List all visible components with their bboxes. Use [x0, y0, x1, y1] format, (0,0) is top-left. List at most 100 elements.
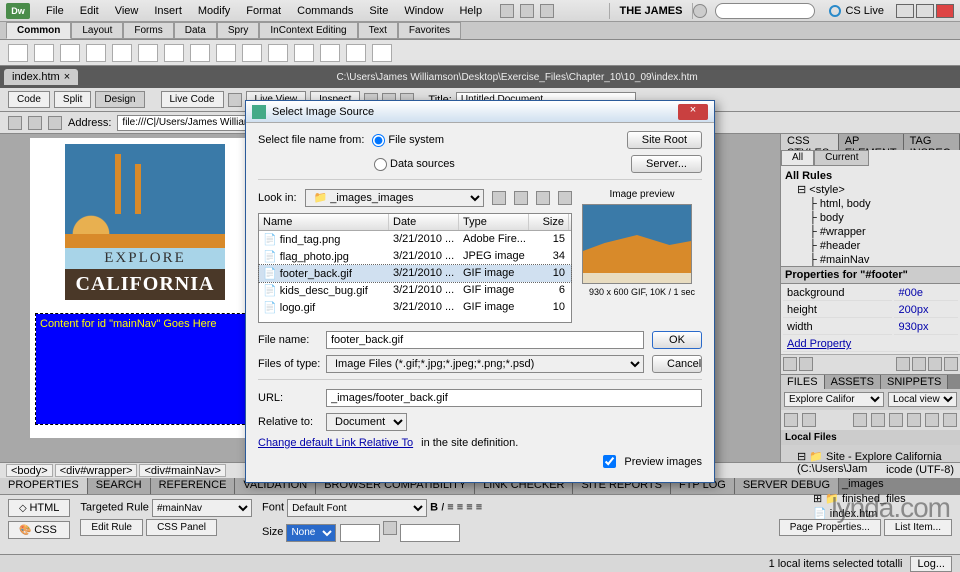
head-icon[interactable] [294, 44, 314, 62]
widget-icon[interactable] [190, 44, 210, 62]
livecode-button[interactable]: Live Code [161, 91, 224, 108]
close-button[interactable] [936, 4, 954, 18]
edit-icon[interactable] [928, 357, 942, 371]
close-tab-icon[interactable]: × [64, 71, 70, 83]
rule-item[interactable]: ├ body [785, 211, 956, 225]
layout-icon[interactable] [500, 4, 514, 18]
bold-icon[interactable]: B [430, 502, 438, 514]
menu-format[interactable]: Format [238, 3, 289, 19]
datasources-radio[interactable] [374, 158, 387, 171]
color-input[interactable] [400, 524, 460, 542]
site-icon[interactable] [540, 4, 554, 18]
properties-table[interactable]: background#00e height200px width930px Ad… [781, 284, 960, 354]
file-row[interactable]: 📄 footer_back.gif3/21/2010 ...GIF image1… [259, 265, 571, 282]
tab-forms[interactable]: Forms [123, 22, 173, 39]
back-icon[interactable] [8, 116, 22, 130]
connect-icon[interactable] [784, 413, 798, 427]
current-subtab[interactable]: Current [814, 150, 869, 166]
rule-item[interactable]: ├ html, body [785, 197, 956, 211]
back-folder-icon[interactable] [492, 191, 506, 205]
image-icon[interactable] [138, 44, 158, 62]
ap-element-tab[interactable]: AP ELEMENT [839, 134, 904, 150]
hyperlink-icon[interactable] [8, 44, 28, 62]
file-list[interactable]: Name Date Type Size 📄 find_tag.png3/21/2… [258, 213, 572, 323]
templates-icon[interactable] [346, 44, 366, 62]
file-row[interactable]: 📄 flag_photo.jpg3/21/2010 ...JPEG image3… [259, 248, 571, 265]
date-icon[interactable] [216, 44, 236, 62]
size-input[interactable] [340, 524, 380, 542]
expand-icon[interactable] [943, 413, 957, 427]
script-icon[interactable] [320, 44, 340, 62]
home-icon[interactable] [48, 116, 62, 130]
relative-select[interactable]: Document [326, 413, 407, 431]
checkin-icon[interactable] [907, 413, 921, 427]
tab-text[interactable]: Text [358, 22, 398, 39]
new-folder-icon[interactable] [536, 191, 550, 205]
new-rule-icon[interactable] [912, 357, 926, 371]
menu-window[interactable]: Window [396, 3, 451, 19]
search-input[interactable] [715, 3, 815, 19]
forward-icon[interactable] [28, 116, 42, 130]
all-subtab[interactable]: All [781, 150, 814, 166]
email-icon[interactable] [34, 44, 54, 62]
filetype-select[interactable]: Image Files (*.gif;*.jpg;*.jpeg;*.png;*.… [326, 355, 644, 373]
file-row[interactable]: 📄 kids_desc_bug.gif3/21/2010 ...GIF imag… [259, 282, 571, 299]
workspace-user[interactable]: THE JAMES [609, 3, 694, 19]
rule-item[interactable]: ├ #mainNav [785, 253, 956, 266]
css-panel-button[interactable]: CSS Panel [146, 519, 217, 536]
preview-checkbox[interactable] [603, 455, 616, 468]
anchor-icon[interactable] [60, 44, 80, 62]
split-view-button[interactable]: Split [54, 91, 91, 108]
tag-icon[interactable] [372, 44, 392, 62]
category-icon[interactable] [783, 357, 797, 371]
list-icon[interactable] [799, 357, 813, 371]
font-select[interactable]: Default Font [287, 499, 427, 517]
btab-server[interactable]: SERVER DEBUG [735, 478, 839, 494]
extend-icon[interactable] [520, 4, 534, 18]
tag-wrapper[interactable]: <div#wrapper> [55, 464, 138, 477]
log-button[interactable]: Log... [910, 556, 952, 572]
table-icon[interactable] [86, 44, 106, 62]
minimize-button[interactable] [896, 4, 914, 18]
filesystem-radio[interactable] [372, 134, 385, 147]
filename-input[interactable] [326, 331, 644, 349]
cancel-button[interactable]: Cancel [652, 355, 702, 373]
view-menu-icon[interactable] [558, 191, 572, 205]
menu-insert[interactable]: Insert [146, 3, 190, 19]
btab-properties[interactable]: PROPERTIES [0, 478, 88, 494]
assets-tab[interactable]: ASSETS [825, 375, 881, 389]
maximize-button[interactable] [916, 4, 934, 18]
lookin-select[interactable]: 📁 _images_images [305, 189, 484, 207]
css-mode-button[interactable]: 🎨 CSS [8, 521, 70, 539]
ssi-icon[interactable] [242, 44, 262, 62]
view-select[interactable]: Local view [888, 392, 957, 407]
btab-search[interactable]: SEARCH [88, 478, 151, 494]
site-root-button[interactable]: Site Root [627, 131, 702, 149]
color-swatch[interactable] [383, 521, 397, 535]
tab-favorites[interactable]: Favorites [398, 22, 461, 39]
rule-item[interactable]: ├ #wrapper [785, 225, 956, 239]
menu-modify[interactable]: Modify [190, 3, 238, 19]
edit-rule-button[interactable]: Edit Rule [80, 519, 143, 536]
tab-common[interactable]: Common [6, 22, 71, 39]
add-property-link[interactable]: Add Property [783, 337, 958, 352]
file-row[interactable]: 📄 find_tag.png3/21/2010 ...Adobe Fire...… [259, 231, 571, 248]
refresh-files-icon[interactable] [802, 413, 816, 427]
align-justify-icon[interactable]: ≡ [476, 502, 482, 514]
put-icon[interactable] [871, 413, 885, 427]
btab-reference[interactable]: REFERENCE [151, 478, 236, 494]
media-icon[interactable] [164, 44, 184, 62]
tag-body[interactable]: <body> [6, 464, 53, 477]
tag-mainnav[interactable]: <div#mainNav> [139, 464, 225, 477]
size-select[interactable]: None [286, 524, 336, 542]
mainnav-placeholder[interactable]: Content for id "mainNav" Goes Here [36, 314, 254, 424]
change-link[interactable]: Change default Link Relative To [258, 437, 413, 449]
document-tab[interactable]: index.htm× [4, 69, 78, 85]
menu-commands[interactable]: Commands [289, 3, 361, 19]
comment-icon[interactable] [268, 44, 288, 62]
rules-list[interactable]: All Rules ⊟ <style> ├ html, body ├ body … [781, 166, 960, 266]
align-left-icon[interactable]: ≡ [447, 502, 453, 514]
url-input[interactable] [326, 389, 702, 407]
delete-icon[interactable] [944, 357, 958, 371]
livecode-icon[interactable] [228, 93, 242, 107]
